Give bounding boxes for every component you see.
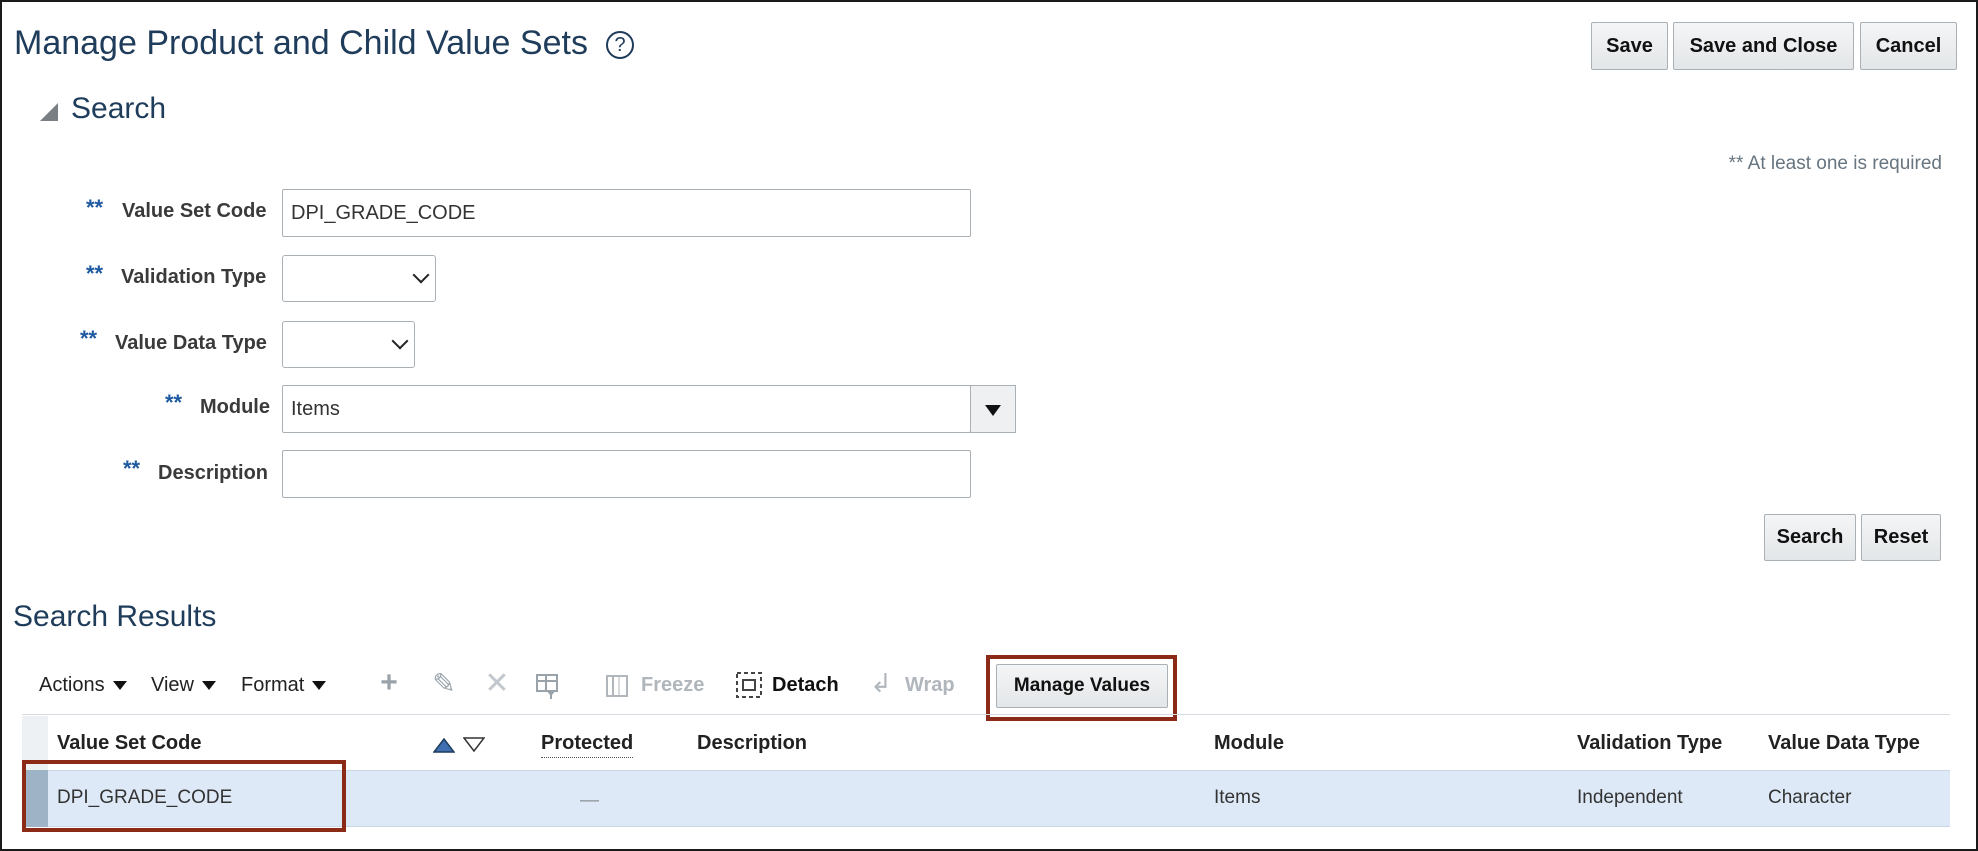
cell-value-data-type: Character bbox=[1768, 787, 1852, 808]
cell-protected: — bbox=[580, 790, 599, 811]
value-data-type-label: Value Data Type bbox=[115, 332, 267, 354]
detach-button[interactable]: Detach bbox=[772, 674, 839, 697]
actions-menu-label: Actions bbox=[39, 674, 105, 696]
detach-icon bbox=[735, 671, 763, 699]
search-results-title: Search Results bbox=[13, 600, 217, 633]
value-set-code-input[interactable]: DPI_GRADE_CODE bbox=[282, 189, 971, 237]
column-header-value-set-code[interactable]: Value Set Code bbox=[57, 732, 202, 755]
chevron-down-icon bbox=[412, 266, 430, 284]
column-header-module[interactable]: Module bbox=[1214, 732, 1284, 755]
format-menu[interactable]: Format bbox=[241, 674, 327, 697]
dropdown-arrow-icon bbox=[985, 405, 1001, 416]
sort-ascending-icon[interactable] bbox=[432, 737, 456, 753]
sort-descending-icon[interactable] bbox=[462, 737, 486, 753]
table-header-border bbox=[22, 714, 1950, 715]
add-icon[interactable]: + bbox=[372, 666, 406, 700]
chevron-down-icon bbox=[112, 681, 127, 691]
required-marker: ** bbox=[80, 326, 98, 351]
cell-module: Items bbox=[1214, 787, 1261, 808]
column-header-validation-type[interactable]: Validation Type bbox=[1577, 732, 1722, 755]
view-menu[interactable]: View bbox=[151, 674, 216, 697]
description-label: Description bbox=[158, 462, 269, 484]
chevron-down-icon bbox=[312, 681, 327, 691]
module-input[interactable]: Items bbox=[282, 385, 971, 433]
save-and-close-button[interactable]: Save and Close bbox=[1673, 22, 1854, 70]
column-header-value-data-type[interactable]: Value Data Type bbox=[1768, 732, 1920, 755]
page-title: Manage Product and Child Value Sets bbox=[14, 24, 588, 62]
validation-type-label: Validation Type bbox=[121, 266, 267, 288]
value-set-code-highlight bbox=[22, 760, 346, 832]
wrap-button[interactable]: Wrap bbox=[905, 674, 955, 697]
description-input[interactable] bbox=[282, 450, 971, 498]
query-by-example-icon[interactable] bbox=[534, 672, 562, 700]
column-header-description[interactable]: Description bbox=[697, 732, 807, 755]
freeze-button[interactable]: Freeze bbox=[641, 674, 704, 697]
view-menu-label: View bbox=[151, 674, 194, 696]
actions-menu[interactable]: Actions bbox=[39, 674, 127, 697]
edit-icon[interactable]: ✎ bbox=[427, 667, 461, 701]
column-header-protected[interactable]: Protected bbox=[541, 732, 634, 758]
validation-type-select[interactable] bbox=[282, 255, 436, 302]
collapse-triangle-icon[interactable] bbox=[40, 103, 58, 121]
chevron-down-icon bbox=[391, 332, 409, 350]
help-icon[interactable]: ? bbox=[606, 31, 634, 59]
cell-validation-type: Independent bbox=[1577, 787, 1683, 808]
required-marker: ** bbox=[123, 456, 141, 481]
module-label: Module bbox=[200, 396, 270, 418]
required-marker: ** bbox=[165, 390, 183, 415]
manage-values-highlight bbox=[986, 655, 1177, 721]
value-set-code-label: Value Set Code bbox=[122, 200, 267, 222]
delete-icon[interactable]: ✕ bbox=[480, 666, 514, 700]
save-button[interactable]: Save bbox=[1591, 22, 1668, 70]
required-marker: ** bbox=[86, 261, 104, 286]
required-marker: ** bbox=[86, 195, 104, 220]
search-button[interactable]: Search bbox=[1764, 514, 1856, 561]
value-data-type-select[interactable] bbox=[282, 321, 415, 368]
module-dropdown-button[interactable] bbox=[970, 385, 1016, 433]
chevron-down-icon bbox=[202, 681, 216, 691]
freeze-icon bbox=[605, 674, 629, 698]
search-section-title: Search bbox=[71, 92, 167, 125]
wrap-icon: ↲ bbox=[870, 668, 892, 698]
cancel-button[interactable]: Cancel bbox=[1860, 22, 1957, 70]
reset-button[interactable]: Reset bbox=[1861, 514, 1941, 561]
format-menu-label: Format bbox=[241, 674, 305, 696]
required-note: ** At least one is required bbox=[1728, 153, 1942, 174]
